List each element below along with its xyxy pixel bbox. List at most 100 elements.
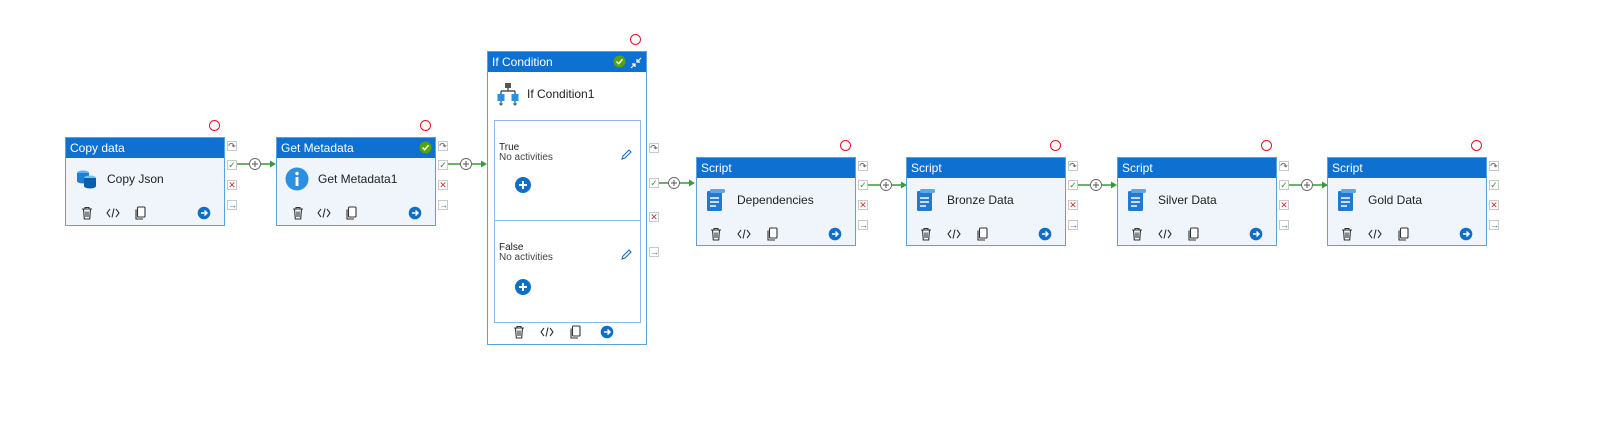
true-branch-section[interactable]: True No activities: [494, 120, 641, 221]
skipped-port-icon[interactable]: ↷: [227, 141, 237, 151]
success-connector[interactable]: [448, 158, 488, 170]
activity-script-gold-data[interactable]: Script Gold Data: [1327, 157, 1487, 246]
failure-port-icon[interactable]: ✕: [227, 180, 237, 190]
delete-icon[interactable]: [709, 227, 723, 246]
false-branch-section[interactable]: False No activities: [494, 220, 641, 323]
script-icon: [706, 188, 726, 217]
activity-name: Get Metadata1: [318, 172, 398, 186]
skipped-port-icon[interactable]: ↷: [1489, 161, 1499, 171]
add-output-icon[interactable]: [407, 205, 423, 225]
skipped-port-icon[interactable]: ↷: [438, 141, 448, 151]
failure-port-icon[interactable]: ✕: [438, 180, 448, 190]
add-activity-button[interactable]: [515, 177, 531, 193]
success-connector[interactable]: [659, 177, 696, 189]
activity-type-label: Script: [1328, 158, 1486, 178]
add-output-icon[interactable]: [1458, 226, 1474, 246]
script-icon: [1337, 188, 1357, 217]
activity-script-dependencies[interactable]: Script Dependencies: [696, 157, 856, 246]
activity-type-label: Script: [1118, 158, 1276, 178]
edit-pencil-icon[interactable]: [620, 148, 632, 166]
activity-name: If Condition1: [527, 87, 595, 101]
clone-icon[interactable]: [345, 206, 359, 225]
delete-icon[interactable]: [291, 206, 305, 225]
activity-if-condition[interactable]: If Condition If Condition1 True No activ…: [487, 51, 647, 345]
if-condition-icon: [496, 82, 520, 111]
copy-data-icon: [76, 168, 98, 195]
add-output-icon[interactable]: [196, 205, 212, 225]
completion-port-icon[interactable]: →: [438, 200, 448, 210]
info-icon: [285, 167, 309, 196]
activity-name: Silver Data: [1158, 193, 1217, 207]
code-icon[interactable]: [737, 227, 751, 246]
completion-port-icon[interactable]: →: [858, 220, 868, 230]
activity-type-label: Copy data: [66, 138, 224, 158]
validation-ring-icon: [840, 140, 851, 151]
code-icon[interactable]: [106, 206, 120, 225]
edit-pencil-icon[interactable]: [620, 248, 632, 266]
activity-script-silver-data[interactable]: Script Silver Data: [1117, 157, 1277, 246]
activity-name: Copy Json: [107, 172, 164, 186]
delete-icon[interactable]: [1130, 227, 1144, 246]
success-port-icon[interactable]: ✓: [649, 178, 659, 188]
add-output-icon[interactable]: [1037, 226, 1053, 246]
success-check-icon: [419, 141, 432, 159]
failure-port-icon[interactable]: ✕: [1279, 200, 1289, 210]
validation-ring-icon: [420, 120, 431, 131]
skipped-port-icon[interactable]: ↷: [1279, 161, 1289, 171]
completion-port-icon[interactable]: →: [227, 200, 237, 210]
validation-ring-icon: [1050, 140, 1061, 151]
activity-script-bronze-data[interactable]: Script Bronze Data: [906, 157, 1066, 246]
clone-icon[interactable]: [1187, 227, 1201, 246]
delete-icon[interactable]: [512, 325, 526, 344]
activity-type-label: Script: [907, 158, 1065, 178]
success-port-icon[interactable]: ✓: [438, 160, 448, 170]
branch-status: No activities: [499, 252, 553, 263]
skipped-port-icon[interactable]: ↷: [1068, 161, 1078, 171]
failure-port-icon[interactable]: ✕: [858, 200, 868, 210]
success-connector[interactable]: [868, 179, 908, 191]
add-output-icon[interactable]: [1248, 226, 1264, 246]
success-port-icon[interactable]: ✓: [1489, 180, 1499, 190]
script-icon: [916, 188, 936, 217]
add-activity-button[interactable]: [515, 279, 531, 295]
completion-port-icon[interactable]: →: [649, 247, 659, 257]
skipped-port-icon[interactable]: ↷: [649, 143, 659, 153]
clone-icon[interactable]: [976, 227, 990, 246]
failure-port-icon[interactable]: ✕: [1068, 200, 1078, 210]
delete-icon[interactable]: [1340, 227, 1354, 246]
activity-get-metadata[interactable]: Get Metadata Get Metadata1: [276, 137, 436, 226]
success-connector[interactable]: [1289, 179, 1329, 191]
code-icon[interactable]: [1158, 227, 1172, 246]
code-icon[interactable]: [947, 227, 961, 246]
completion-port-icon[interactable]: →: [1489, 220, 1499, 230]
success-connector[interactable]: [1078, 179, 1118, 191]
add-output-icon[interactable]: [827, 226, 843, 246]
success-port-icon[interactable]: ✓: [858, 180, 868, 190]
code-icon[interactable]: [1368, 227, 1382, 246]
add-output-icon[interactable]: [599, 324, 615, 344]
validation-ring-icon: [1261, 140, 1272, 151]
success-connector[interactable]: [237, 158, 277, 170]
success-port-icon[interactable]: ✓: [227, 160, 237, 170]
activity-copy-data[interactable]: Copy data Copy Json: [65, 137, 225, 226]
success-port-icon[interactable]: ✓: [1068, 180, 1078, 190]
clone-icon[interactable]: [569, 325, 583, 344]
completion-port-icon[interactable]: →: [1068, 220, 1078, 230]
activity-type-label: Get Metadata: [277, 138, 435, 158]
activity-name: Dependencies: [737, 193, 814, 207]
failure-port-icon[interactable]: ✕: [1489, 200, 1499, 210]
clone-icon[interactable]: [134, 206, 148, 225]
success-port-icon[interactable]: ✓: [1279, 180, 1289, 190]
validation-ring-icon: [209, 120, 220, 131]
validation-ring-icon: [630, 34, 641, 45]
skipped-port-icon[interactable]: ↷: [858, 161, 868, 171]
clone-icon[interactable]: [1397, 227, 1411, 246]
code-icon[interactable]: [540, 325, 554, 344]
failure-port-icon[interactable]: ✕: [649, 212, 659, 222]
clone-icon[interactable]: [766, 227, 780, 246]
completion-port-icon[interactable]: →: [1279, 220, 1289, 230]
delete-icon[interactable]: [919, 227, 933, 246]
delete-icon[interactable]: [80, 206, 94, 225]
code-icon[interactable]: [317, 206, 331, 225]
activity-type-label: Script: [697, 158, 855, 178]
